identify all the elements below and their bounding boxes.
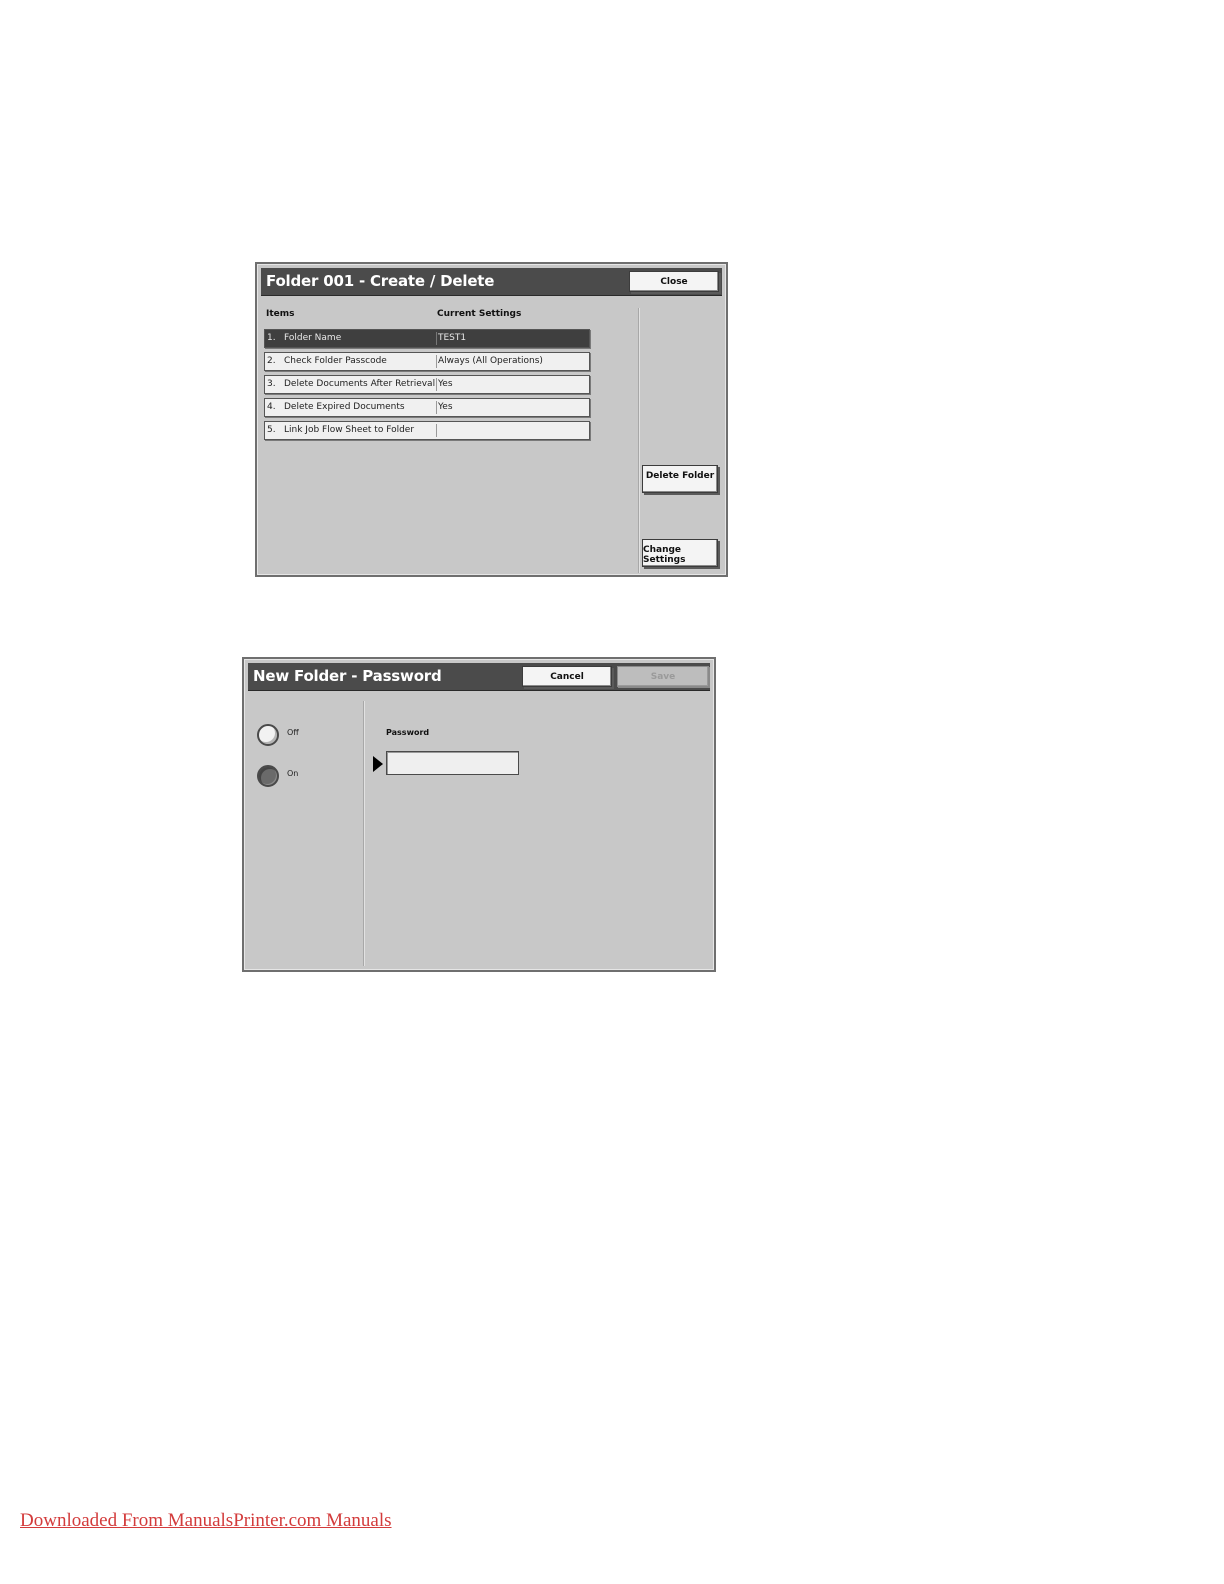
cell-divider <box>436 332 437 345</box>
row-label: Link Job Flow Sheet to Folder <box>284 425 415 435</box>
cancel-button[interactable]: Cancel <box>522 666 612 687</box>
cell-divider <box>436 424 437 437</box>
cell-divider <box>436 401 437 414</box>
setting-row-delete-documents-after-retrieval[interactable]: 3. Delete Documents After Retrieval Yes <box>264 375 590 394</box>
row-label: Delete Expired Documents <box>284 402 405 412</box>
title-bar: Folder 001 - Create / Delete Close <box>261 268 722 296</box>
row-number: 5. <box>267 425 276 435</box>
save-button[interactable]: Save <box>617 666 709 687</box>
on-label: On <box>287 769 299 778</box>
close-button[interactable]: Close <box>629 271 719 292</box>
row-value: Yes <box>438 402 453 412</box>
row-number: 1. <box>267 333 276 343</box>
change-settings-button[interactable]: Change Settings <box>642 539 718 567</box>
off-label: Off <box>287 728 299 737</box>
pointer-arrow-icon <box>373 756 383 772</box>
screen-title: New Folder - Password <box>253 667 442 685</box>
row-value: TEST1 <box>438 333 467 343</box>
row-label: Delete Documents After Retrieval <box>284 379 436 389</box>
divider <box>638 308 639 573</box>
folder-create-delete-screen: Folder 001 - Create / Delete Close Items… <box>255 262 728 577</box>
setting-row-delete-expired-documents[interactable]: 4. Delete Expired Documents Yes <box>264 398 590 417</box>
on-radio-button[interactable] <box>257 765 279 787</box>
password-input[interactable] <box>386 751 519 775</box>
row-label: Check Folder Passcode <box>284 356 387 366</box>
new-folder-password-screen: New Folder - Password Cancel Save Off On… <box>242 657 716 972</box>
password-label: Password <box>386 728 430 737</box>
row-value: Always (All Operations) <box>438 356 543 366</box>
setting-row-link-job-flow-sheet[interactable]: 5. Link Job Flow Sheet to Folder <box>264 421 590 440</box>
title-bar: New Folder - Password Cancel Save <box>248 663 710 691</box>
cell-divider <box>436 355 437 368</box>
download-source-link[interactable]: Downloaded From ManualsPrinter.com Manua… <box>20 1510 392 1532</box>
row-label: Folder Name <box>284 333 342 343</box>
divider <box>363 701 364 966</box>
row-number: 3. <box>267 379 276 389</box>
off-radio-button[interactable] <box>257 724 279 746</box>
row-value: Yes <box>438 379 453 389</box>
setting-row-folder-name[interactable]: 1. Folder Name TEST1 <box>264 329 590 348</box>
items-column-header: Items <box>266 309 295 319</box>
setting-row-check-folder-passcode[interactable]: 2. Check Folder Passcode Always (All Ope… <box>264 352 590 371</box>
row-number: 4. <box>267 402 276 412</box>
current-settings-column-header: Current Settings <box>437 309 522 319</box>
cell-divider <box>436 378 437 391</box>
delete-folder-button[interactable]: Delete Folder <box>642 465 718 493</box>
row-number: 2. <box>267 356 276 366</box>
screen-title: Folder 001 - Create / Delete <box>266 272 495 290</box>
